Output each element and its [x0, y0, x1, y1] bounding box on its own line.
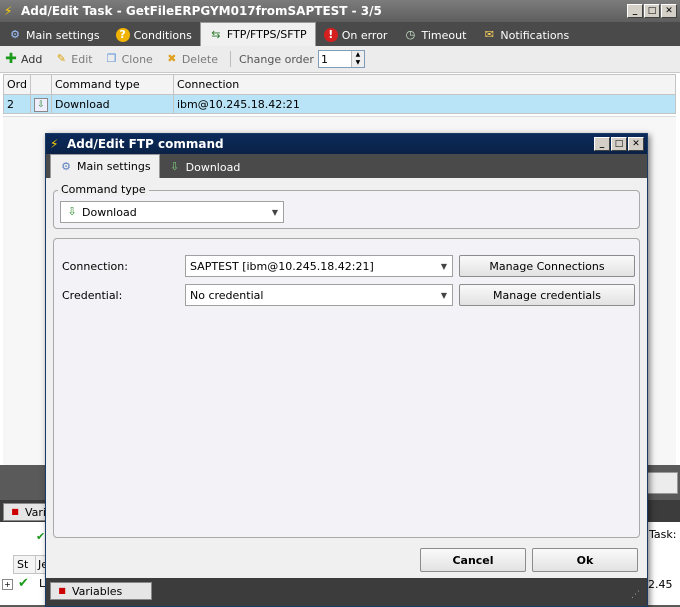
delete-button[interactable]: ✖ Delete	[161, 52, 222, 66]
tab-on-error[interactable]: ! On error	[316, 24, 396, 46]
download-icon: ⇩	[29, 94, 52, 114]
gears-icon: ⚙	[10, 28, 20, 41]
task-window-titlebar[interactable]: ⚡ Add/Edit Task - GetFileERPGYM017fromSA…	[0, 0, 680, 22]
lightning-icon: ⚡	[4, 4, 13, 18]
dialog-tab-download[interactable]: ⇩ Download	[160, 156, 249, 178]
connection-label: Connection:	[62, 260, 128, 273]
variables-tab[interactable]: ■ Variables	[50, 582, 152, 600]
credential-select[interactable]: No credential ▼	[185, 284, 453, 306]
credential-label: Credential:	[62, 289, 123, 302]
minimize-button[interactable]: _	[627, 4, 643, 18]
grid-header-icon[interactable]	[29, 74, 52, 95]
hidden-button-edge[interactable]	[646, 472, 678, 494]
clone-button[interactable]: ❐ Clone	[101, 52, 157, 66]
download-icon: ⇩	[67, 205, 77, 218]
right-value: 2.45	[648, 578, 673, 591]
variables-icon: ■	[11, 507, 19, 516]
clock-icon: ◷	[405, 28, 416, 41]
ftp-command-dialog: ⚡ Add/Edit FTP command _ □ ✕ ⚙ Main sett…	[45, 133, 648, 607]
envelope-icon: ✉	[484, 28, 495, 41]
command-grid: Ord Command type Connection 2 ⇩ Download…	[3, 74, 677, 116]
manage-connections-button[interactable]: Manage Connections	[459, 255, 635, 277]
dialog-tabbar: ⚙ Main settings ⇩ Download	[46, 154, 647, 178]
change-order-spinner[interactable]: 1 ▲ ▼	[317, 50, 365, 68]
edit-button[interactable]: ✎ Edit	[50, 52, 96, 66]
task-label: Task:	[649, 528, 677, 541]
expand-icon[interactable]: +	[2, 579, 13, 590]
tab-notifications[interactable]: ✉ Notifications	[474, 24, 577, 46]
task-tabbar: ⚙ Main settings ? Conditions ⇆ FTP/FTPS/…	[0, 22, 680, 46]
plus-icon: ✚	[5, 51, 17, 67]
close-button[interactable]: ✕	[661, 4, 677, 18]
tab-main-settings[interactable]: ⚙ Main settings	[0, 24, 108, 46]
table-row[interactable]: 2 ⇩ Download ibm@10.245.18.42:21	[3, 94, 677, 114]
spinner-arrows[interactable]: ▲ ▼	[350, 51, 364, 67]
connection-group	[53, 238, 640, 538]
grid-header-connection[interactable]: Connection	[172, 74, 677, 95]
tab-conditions[interactable]: ? Conditions	[108, 24, 200, 46]
cancel-button[interactable]: Cancel	[420, 548, 526, 572]
connection-select[interactable]: SAPTEST [ibm@10.245.18.42:21] ▼	[185, 255, 453, 277]
grid-header-row: Ord Command type Connection	[3, 74, 677, 95]
command-toolbar: ✚ Add ✎ Edit ❐ Clone ✖ Delete Change ord…	[0, 46, 680, 73]
row-ord: 2	[3, 94, 31, 114]
dialog-tab-main-settings[interactable]: ⚙ Main settings	[50, 154, 160, 178]
ok-button[interactable]: Ok	[532, 548, 638, 572]
copy-icon: ❐	[106, 52, 117, 65]
error-icon: !	[323, 28, 338, 42]
chevron-down-icon: ▼	[440, 261, 448, 271]
pencil-icon: ✎	[56, 52, 66, 65]
delete-icon: ✖	[167, 52, 177, 65]
status-ok-icon: ✔	[18, 576, 29, 591]
grid-header-command-type[interactable]: Command type	[50, 74, 174, 95]
dialog-maximize-button[interactable]: □	[611, 137, 627, 151]
add-button[interactable]: ✚ Add	[0, 52, 46, 66]
check-icon: ✔	[36, 530, 46, 543]
command-type-label: Command type	[58, 183, 149, 196]
tab-ftp[interactable]: ⇆ FTP/FTPS/SFTP	[199, 22, 316, 46]
command-type-select[interactable]: ⇩ Download ▼	[60, 201, 284, 223]
dialog-close-button[interactable]: ✕	[628, 137, 644, 151]
lightning-icon: ⚡	[50, 137, 59, 151]
toolbar-separator	[229, 51, 231, 67]
lower-header-st[interactable]: St	[14, 556, 36, 573]
grid-header-ord[interactable]: Ord	[3, 74, 31, 95]
dialog-titlebar[interactable]: ⚡ Add/Edit FTP command _ □ ✕	[46, 134, 647, 154]
ftp-icon: ⇆	[211, 27, 221, 41]
change-order-label: Change order	[238, 52, 314, 66]
download-icon: ⇩	[170, 160, 180, 173]
chevron-down-icon: ▼	[271, 207, 279, 217]
change-order-value[interactable]: 1	[319, 53, 351, 66]
tab-timeout[interactable]: ◷ Timeout	[395, 24, 474, 46]
lower-grid-header: St Je	[13, 555, 49, 574]
row-connection: ibm@10.245.18.42:21	[172, 94, 677, 114]
manage-credentials-button[interactable]: Manage credentials	[459, 284, 635, 306]
question-icon: ?	[115, 28, 130, 42]
variables-icon: ■	[58, 586, 66, 595]
gears-icon: ⚙	[61, 159, 71, 173]
dialog-minimize-button[interactable]: _	[594, 137, 610, 151]
chevron-down-icon: ▼	[440, 290, 448, 300]
task-window-title: Add/Edit Task - GetFileERPGYM017fromSAPT…	[21, 4, 382, 18]
maximize-button[interactable]: □	[644, 4, 660, 18]
resize-grip-icon[interactable]: ⋰	[631, 590, 640, 600]
dialog-title: Add/Edit FTP command	[67, 137, 224, 151]
row-command-type: Download	[50, 94, 174, 114]
